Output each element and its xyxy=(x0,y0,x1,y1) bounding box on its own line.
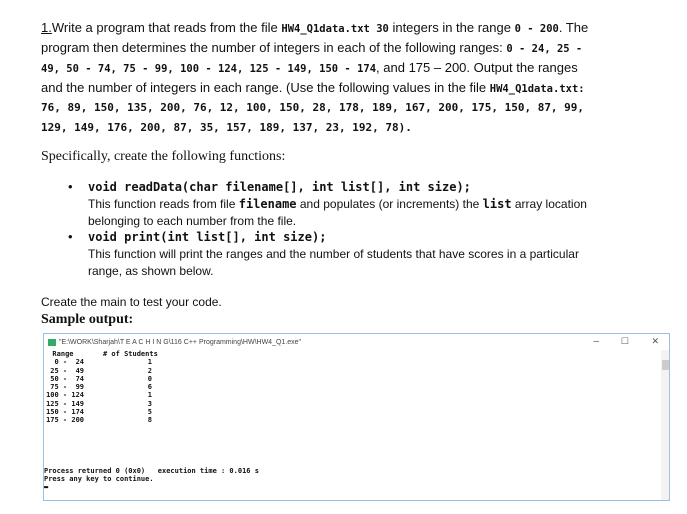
console-row: 75 - 99 6 xyxy=(44,383,259,391)
bullet-icon: • xyxy=(68,179,73,194)
data-values-2: 129, 149, 176, 200, 87, 35, 157, 189, 13… xyxy=(41,121,412,134)
range: 25 - 49 xyxy=(50,366,84,375)
console-scrollbar[interactable] xyxy=(661,350,669,500)
count: 1 xyxy=(147,391,152,400)
create-main-text: Create the main to test your code. xyxy=(41,295,222,309)
console-row: 150 - 174 5 xyxy=(44,408,259,416)
question-line-2: program then determines the number of in… xyxy=(41,40,583,55)
range: 0 - 24 xyxy=(50,358,84,367)
console-output: Range # of Students 0 - 24 1 25 - 49 2 50 - … xyxy=(44,350,259,492)
count: 1 xyxy=(147,358,152,367)
console-row: 175 - 200 8 xyxy=(44,416,259,424)
range: 150 - 174 xyxy=(46,408,84,417)
console-row: 100 - 124 1 xyxy=(44,391,259,399)
maximize-button[interactable]: ☐ xyxy=(621,336,629,347)
range: 175 - 200 xyxy=(46,416,84,425)
count: 6 xyxy=(147,383,152,392)
range: 125 - 149 xyxy=(46,399,84,408)
count: 5 xyxy=(147,408,152,417)
count: 2 xyxy=(147,366,152,375)
close-button[interactable]: ✕ xyxy=(651,336,659,347)
question-line-3: 49, 50 - 74, 75 - 99, 100 - 124, 125 - 1… xyxy=(41,60,578,75)
count: 8 xyxy=(147,416,152,425)
count: 3 xyxy=(147,399,152,408)
question-line-1: 1.Write a program that reads from the fi… xyxy=(41,20,589,35)
console-row: 25 - 49 2 xyxy=(44,367,259,375)
bullet-icon: • xyxy=(68,229,73,244)
range: 50 - 74 xyxy=(50,374,84,383)
question-line-4: and the number of integers in each range… xyxy=(41,80,585,95)
console-app-icon xyxy=(48,338,56,346)
console-row: 0 - 24 1 xyxy=(44,358,259,366)
count: 0 xyxy=(147,374,152,383)
console-window: "E:\WORK\Sharjah\T E A C H I N G\116 C++… xyxy=(43,333,670,501)
scrollbar-thumb[interactable] xyxy=(662,360,669,370)
console-titlebar: "E:\WORK\Sharjah\T E A C H I N G\116 C++… xyxy=(44,334,669,350)
readdata-desc: This function reads from file filename a… xyxy=(88,197,587,211)
range: 75 - 99 xyxy=(50,383,84,392)
data-values-1: 76, 89, 150, 135, 200, 76, 12, 100, 150,… xyxy=(41,101,585,114)
console-row: 125 - 149 3 xyxy=(44,400,259,408)
range: 100 - 124 xyxy=(46,391,84,400)
minimize-button[interactable]: – xyxy=(593,336,599,347)
function-print: • void print(int list[], int size); This… xyxy=(68,229,579,278)
sample-output-heading: Sample output: xyxy=(41,312,134,327)
specifically-text: Specifically, create the following funct… xyxy=(41,149,286,164)
console-row: 50 - 74 0 xyxy=(44,375,259,383)
